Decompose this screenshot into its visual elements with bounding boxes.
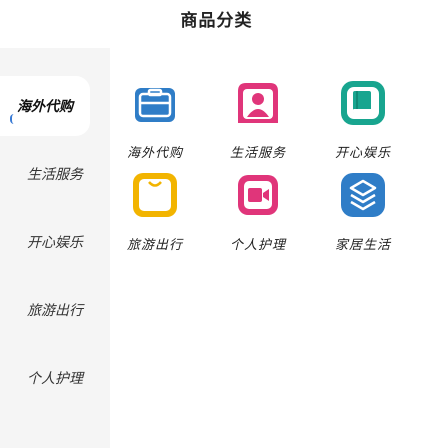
grid-item-0[interactable]: 海外代购 — [110, 78, 200, 161]
grid-item-tile — [233, 78, 283, 128]
grid-item-3[interactable]: 旅游出行 — [110, 170, 200, 253]
grid-item-4[interactable]: 个人护理 — [213, 170, 303, 253]
sidebar-item-label: 海外代购 — [17, 98, 73, 114]
person-icon — [235, 77, 281, 129]
sidebar-item-label: 生活服务 — [27, 166, 83, 182]
sidebar-item-label: 开心娱乐 — [27, 234, 83, 250]
grid-item-5[interactable]: 家居生活 — [318, 170, 408, 253]
category-sidebar: 海外代购 生活服务 开心娱乐 旅游出行 个人护理 — [0, 48, 110, 448]
grid-item-1[interactable]: 生活服务 — [213, 78, 303, 161]
layers-icon — [339, 171, 387, 219]
sidebar-item-label: 旅游出行 — [27, 302, 83, 318]
sidebar-item-2[interactable]: 开心娱乐 — [0, 212, 110, 272]
active-indicator — [10, 114, 16, 124]
grid-item-tile — [233, 170, 283, 220]
grid-item-2[interactable]: 开心娱乐 — [318, 78, 408, 161]
grid-item-tile — [130, 170, 180, 220]
sidebar-item-3[interactable]: 旅游出行 — [0, 280, 110, 340]
sidebar-item-4[interactable]: 个人护理 — [0, 348, 110, 408]
grid-item-label: 个人护理 — [229, 237, 286, 252]
briefcase-icon — [132, 80, 178, 126]
grid-item-tile — [338, 78, 388, 128]
grid-item-label: 生活服务 — [229, 145, 286, 160]
sidebar-item-0[interactable]: 海外代购 — [0, 76, 90, 136]
page-title: 商品分类 — [180, 11, 253, 30]
grid-item-tile — [338, 170, 388, 220]
grid-item-label: 开心娱乐 — [334, 145, 391, 160]
sidebar-item-1[interactable]: 生活服务 — [0, 144, 110, 204]
sidebar-item-label: 个人护理 — [27, 370, 83, 386]
grid-item-label: 海外代购 — [126, 145, 183, 160]
book-icon — [339, 79, 387, 127]
category-grid: 海外代购 生活服务 开心娱乐 旅游出行 个人护理 家居生活 — [110, 48, 433, 278]
video-icon — [236, 173, 280, 217]
grid-item-label: 家居生活 — [334, 237, 391, 252]
grid-item-label: 旅游出行 — [126, 237, 183, 252]
bag-icon — [130, 170, 180, 220]
grid-item-tile — [130, 78, 180, 128]
